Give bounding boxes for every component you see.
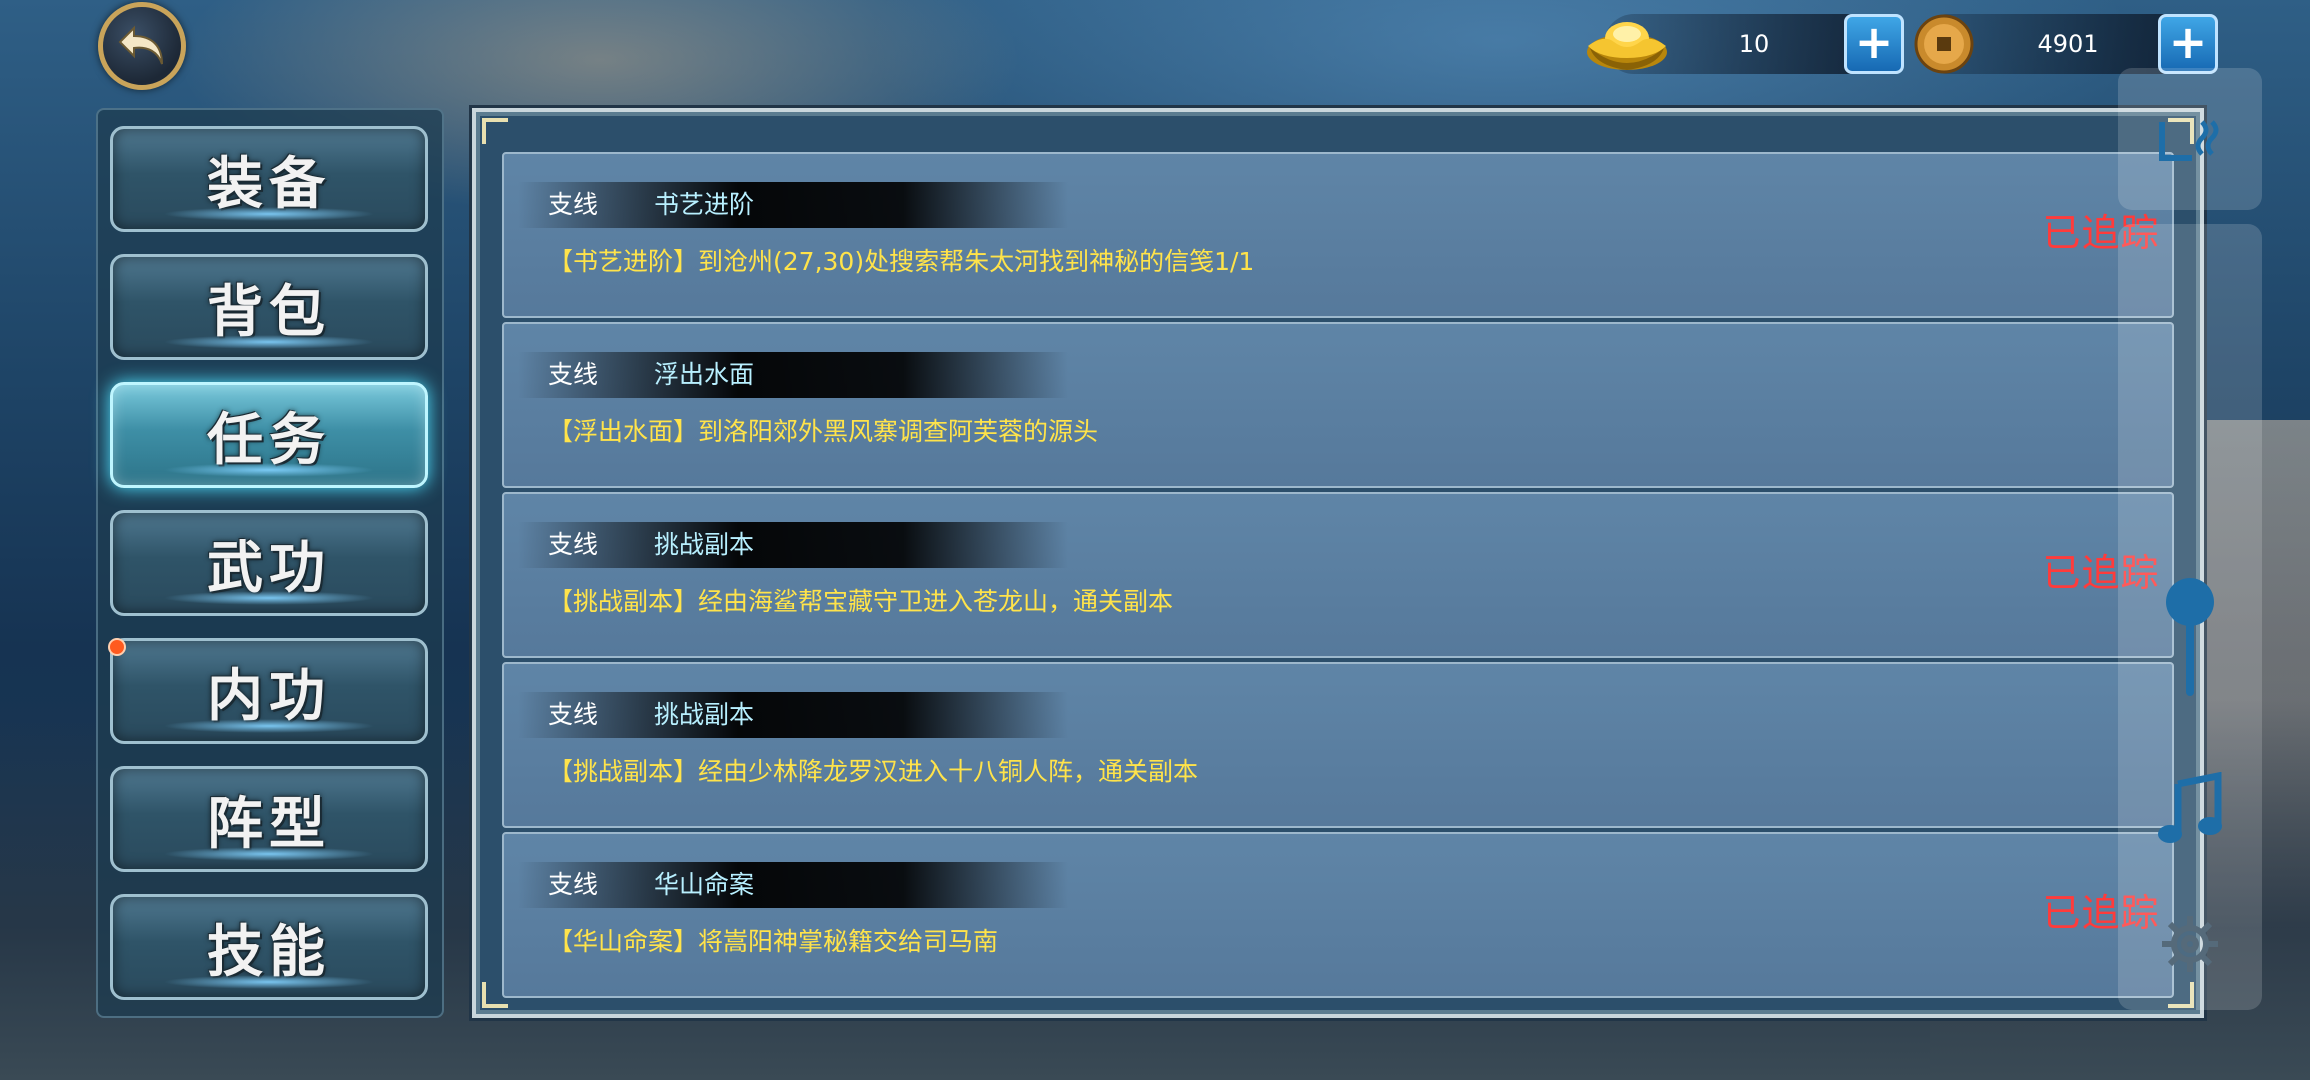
side-tool-overlay-top[interactable] [2118,68,2262,210]
menu-item-label: 武功 [207,534,331,601]
quest-card[interactable]: 支线 挑战副本 【挑战副本】经由海鲨帮宝藏守卫进入苍龙山，通关副本 已追踪 [502,492,2174,658]
quest-title-bar [518,182,1068,228]
menu-item-label: 装备 [207,150,331,217]
quest-name: 挑战副本 [654,700,755,729]
coin-value: 4901 [2037,30,2099,58]
quest-name: 浮出水面 [654,360,755,389]
quest-card[interactable]: 支线 华山命案 【华山命案】将嵩阳神掌秘籍交给司马南 已追踪 [502,832,2174,998]
menu-item-equipment[interactable]: 装备 [110,126,428,232]
coin-currency: 4901 + [1914,14,2218,74]
side-tool-overlay[interactable] [2118,224,2262,1010]
quest-card[interactable]: 支线 书艺进阶 【书艺进阶】到沧州(27,30)处搜索帮朱太河找到神秘的信笺1/… [502,152,2174,318]
gold-ingot-icon [1587,22,1667,70]
quest-name: 华山命案 [654,870,755,899]
copper-coin-icon [1914,14,1974,74]
menu-item-quests[interactable]: 任务 [110,382,428,488]
menu-item-skills[interactable]: 技能 [110,894,428,1000]
menu-item-martial-arts[interactable]: 武功 [110,510,428,616]
menu-item-backpack[interactable]: 背包 [110,254,428,360]
quest-type: 支线 [548,700,599,729]
quest-name: 书艺进阶 [654,190,755,219]
back-button[interactable] [98,2,186,90]
gear-icon[interactable] [2158,912,2222,976]
notification-dot [108,638,126,656]
quest-type: 支线 [548,190,599,219]
wave-icon[interactable] [2152,112,2222,168]
quest-type: 支线 [548,530,599,559]
menu-item-label: 背包 [207,278,331,345]
gold-ingot-currency: 10 + [1587,14,1904,74]
menu-item-inner-power[interactable]: 内功 [110,638,428,744]
quest-title-bar [518,692,1068,738]
quest-description: 【挑战副本】经由少林降龙罗汉进入十八铜人阵，通关副本 [548,757,1199,786]
menu-item-label: 技能 [207,918,331,985]
quest-description: 【华山命案】将嵩阳神掌秘籍交给司马南 [548,927,999,956]
menu-item-label: 任务 [207,406,331,473]
quest-description: 【浮出水面】到洛阳郊外黑风寨调查阿芙蓉的源头 [548,417,1099,446]
gold-ingot-value: 10 [1738,30,1770,58]
quest-type: 支线 [548,870,599,899]
quest-description: 【挑战副本】经由海鲨帮宝藏守卫进入苍龙山，通关副本 [548,587,1174,616]
quest-card[interactable]: 支线 浮出水面 【浮出水面】到洛阳郊外黑风寨调查阿芙蓉的源头 [502,322,2174,488]
quest-title-bar [518,522,1068,568]
quest-card[interactable]: 支线 挑战副本 【挑战副本】经由少林降龙罗汉进入十八铜人阵，通关副本 [502,662,2174,828]
menu-item-label: 阵型 [207,790,331,857]
panel-corner [482,118,508,144]
quest-name: 挑战副本 [654,530,755,559]
menu-item-formation[interactable]: 阵型 [110,766,428,872]
menu-item-label: 内功 [207,662,331,729]
quest-type: 支线 [548,360,599,389]
quest-title-bar [518,352,1068,398]
slider-knob-icon[interactable] [2164,576,2216,698]
quest-description: 【书艺进阶】到沧州(27,30)处搜索帮朱太河找到神秘的信笺1/1 [548,247,1255,276]
quest-title-bar [518,862,1068,908]
add-gold-button[interactable]: + [1844,14,1904,74]
add-coin-button[interactable]: + [2158,14,2218,74]
music-note-icon[interactable] [2156,772,2224,846]
back-arrow-icon [118,25,163,65]
